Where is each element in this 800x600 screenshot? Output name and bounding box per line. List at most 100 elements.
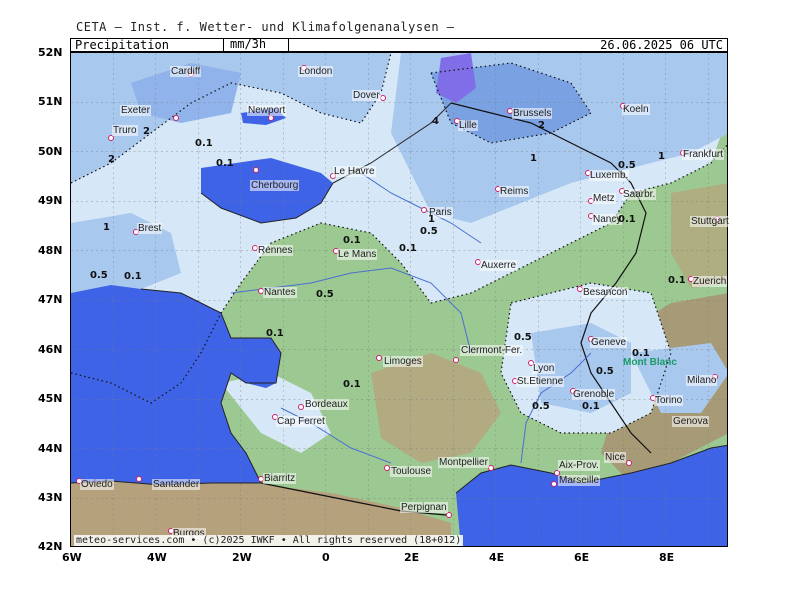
contour-label: 4	[432, 116, 439, 127]
city-label-geneve: Geneve	[590, 337, 628, 348]
contour-label: 0.5	[420, 226, 438, 237]
city-label-grenoble: Grenoble	[572, 389, 616, 400]
contour-label: 0.5	[532, 401, 550, 412]
contour-label: 1	[103, 222, 110, 233]
lon-label: 4W	[147, 551, 167, 564]
contour-label: 1	[530, 153, 537, 164]
city-marker	[376, 355, 382, 361]
contour-label: 0.1	[399, 243, 417, 254]
copyright-footer: meteo-services.com • (c)2025 IWKF • All …	[74, 535, 464, 546]
contour-label: 2	[143, 126, 150, 137]
city-label-lille: Lille	[458, 120, 478, 131]
lat-label: 46N	[38, 343, 63, 356]
contour-label: 0.5	[316, 289, 334, 300]
lat-label: 45N	[38, 392, 63, 405]
city-label-cap-ferret: Cap Ferret	[276, 416, 326, 427]
lat-label: 52N	[38, 46, 63, 59]
city-label-limoges: Limoges	[383, 356, 423, 367]
contour-label: 0.5	[514, 332, 532, 343]
title-bar: Precipitation mm/3h 26.06.2025 06 UTC	[70, 38, 728, 52]
lat-label: 51N	[38, 95, 63, 108]
contour-label: 0.1	[343, 235, 361, 246]
lat-label: 43N	[38, 491, 63, 504]
city-label-dover: Dover	[352, 90, 381, 101]
city-label-st-etienne: St.Etienne	[516, 376, 565, 387]
city-label-milano: Milano	[686, 375, 718, 386]
contour-label: 0.1	[632, 348, 650, 359]
city-label-brussels: Brussels	[512, 108, 553, 119]
city-label-torino: Torino	[654, 395, 684, 406]
lon-label: 2W	[232, 551, 252, 564]
city-label-le-mans: Le Mans	[337, 249, 378, 260]
city-label-koeln: Koeln	[622, 104, 650, 115]
city-label-oviedo: Oviedo	[80, 479, 114, 490]
lat-label: 42N	[38, 540, 63, 553]
city-label-truro: Truro	[112, 125, 138, 136]
city-label-frankfurt: Frankfurt	[682, 149, 725, 160]
contour-label: 0.5	[90, 270, 108, 281]
city-label-brest: Brest	[137, 223, 163, 234]
contour-label: 1	[428, 214, 435, 225]
city-label-genova: Genova	[672, 416, 710, 427]
header-source: CETA — Inst. f. Wetter- und Klimafolgena…	[76, 20, 455, 34]
contour-label: 0.1	[216, 158, 234, 169]
contour-label: 0.1	[266, 328, 284, 339]
valid-datetime: 26.06.2025 06 UTC	[600, 38, 723, 52]
contour-label: 1	[658, 151, 665, 162]
city-label-aix-prov: Aix-Prov.	[558, 460, 600, 471]
lat-label: 48N	[38, 244, 63, 257]
city-label-luxemb: Luxemb.	[589, 170, 630, 181]
city-label-cherbourg: Cherbourg	[250, 180, 300, 191]
city-label-metz: Metz	[592, 193, 616, 204]
lon-label: 6E	[574, 551, 590, 564]
city-label-toulouse: Toulouse	[390, 466, 433, 477]
city-label-nantes: Nantes	[263, 287, 297, 298]
city-marker	[380, 95, 386, 101]
city-label-nice: Nice	[604, 452, 627, 463]
city-marker	[551, 481, 557, 487]
city-label-perpignan: Perpignan	[400, 502, 448, 513]
city-marker	[626, 460, 632, 466]
lat-label: 50N	[38, 145, 63, 158]
city-label-bordeaux: Bordeaux	[304, 399, 349, 410]
city-marker	[173, 115, 179, 121]
city-marker	[453, 357, 459, 363]
lon-label: 8E	[659, 551, 675, 564]
contour-label: 0.5	[596, 366, 614, 377]
city-label-marseille: Marseille	[558, 475, 601, 486]
city-label-stuttgart: Stuttgart	[690, 216, 730, 227]
lon-label: 4E	[489, 551, 505, 564]
city-label-newport: Newport	[247, 105, 287, 116]
city-label-rennes: Rennes	[257, 245, 294, 256]
lat-label: 47N	[38, 293, 63, 306]
city-label-clermont-fer: Clermont-Fer.	[460, 345, 524, 356]
lon-label: 2E	[404, 551, 420, 564]
unit-cell: mm/3h	[223, 38, 289, 52]
city-label-auxerre: Auxerre	[480, 260, 518, 271]
contour-label: 0.1	[582, 401, 600, 412]
city-label-lyon: Lyon	[532, 363, 556, 374]
contour-label: 0.1	[124, 271, 142, 282]
city-marker	[136, 476, 142, 482]
city-label-zuerich: Zuerich	[692, 276, 728, 287]
city-label-london: London	[298, 66, 334, 77]
city-label-cardiff: Cardiff	[170, 66, 202, 77]
city-label-santander: Santander	[152, 479, 201, 490]
city-marker	[421, 207, 427, 213]
contour-label: 2	[108, 154, 115, 165]
city-label-montpellier: Montpellier	[438, 457, 489, 468]
contour-label: 0.1	[195, 138, 213, 149]
city-label-saarbr: Saarbr.	[622, 189, 657, 200]
lat-label: 44N	[38, 442, 63, 455]
city-label-besancon: Besancon	[582, 287, 629, 298]
unit-label: mm/3h	[230, 37, 267, 51]
lon-label: 0	[322, 551, 330, 564]
city-label-exeter: Exeter	[120, 105, 151, 116]
lon-label: 6W	[62, 551, 82, 564]
city-label-biarritz: Biarritz	[263, 473, 297, 484]
contour-label: 0.1	[343, 379, 361, 390]
contour-label: 0.1	[668, 275, 686, 286]
city-label-le-havre: Le Havre	[333, 166, 376, 177]
contour-label: 0.5	[618, 160, 636, 171]
contour-label: 0.1	[618, 214, 636, 225]
